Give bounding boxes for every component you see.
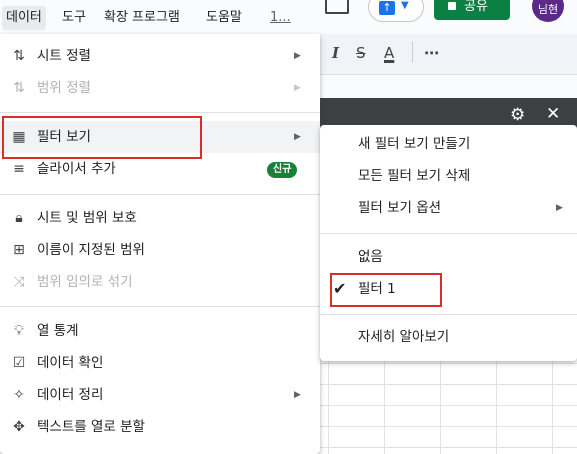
menu-help[interactable]: 도움말 xyxy=(202,6,246,30)
menu-divider xyxy=(0,194,320,195)
gear-icon[interactable]: ⚙ xyxy=(510,105,525,125)
submenu-item-label: 모든 필터 보기 삭제 xyxy=(358,168,471,184)
menu-item-label: 범위 임의로 섞기 xyxy=(37,274,133,290)
present-button[interactable]: ↑ ▼ xyxy=(368,0,424,22)
submenu-arrow-icon: ▶ xyxy=(294,51,301,61)
lock-icon xyxy=(448,2,456,10)
format-toolbar: I S A ⋯ xyxy=(320,34,577,75)
menu-item-label: 텍스트를 열로 분할 xyxy=(37,419,145,435)
avatar[interactable]: 님현 xyxy=(532,0,564,22)
sort-range-icon: ⇅ xyxy=(13,80,25,96)
data-validation-icon: ☑ xyxy=(12,355,26,371)
filter-views-submenu: 새 필터 보기 만들기 모든 필터 보기 삭제 필터 보기 옵션 ▶ 없음 ✔ … xyxy=(320,125,577,361)
lock-icon: 🔒︎ xyxy=(15,210,23,226)
submenu-item-learn-more[interactable]: 자세히 알아보기 xyxy=(320,321,577,353)
menu-bar: 데이터 도구 확장 프로그램 도움말 1... ↑ ▼ 공유 님현 xyxy=(0,0,577,34)
share-button[interactable]: 공유 xyxy=(434,0,510,20)
submenu-item-label: 없음 xyxy=(358,249,383,265)
menu-item-label: 시트 정렬 xyxy=(37,48,91,64)
submenu-item-delete-all[interactable]: 모든 필터 보기 삭제 xyxy=(320,160,577,192)
text-color-icon[interactable]: A xyxy=(384,44,394,62)
menu-item-sort-range: ⇅ 범위 정렬 ▶ xyxy=(0,72,320,104)
menu-divider xyxy=(0,306,320,307)
data-menu: ⇅ 시트 정렬 ▶ ⇅ 범위 정렬 ▶ ▦ 필터 보기 ▶ ≡ 슬라이서 추가 … xyxy=(0,34,320,454)
menu-item-label: 슬라이서 추가 xyxy=(37,161,116,177)
italic-icon[interactable]: I xyxy=(332,44,339,62)
toolbar-divider xyxy=(412,42,413,62)
submenu-arrow-icon: ▶ xyxy=(294,132,301,142)
close-icon[interactable]: ✕ xyxy=(546,104,560,124)
menu-item-label: 범위 정렬 xyxy=(37,80,91,96)
named-range-icon: ⊞ xyxy=(13,242,25,258)
more-icon[interactable]: ⋯ xyxy=(424,44,440,62)
menu-item-label: 데이터 확인 xyxy=(37,355,104,371)
lightbulb-icon: 💡︎ xyxy=(14,323,24,339)
submenu-item-options[interactable]: 필터 보기 옵션 ▶ xyxy=(320,192,577,224)
shuffle-icon: ⤨ xyxy=(13,274,25,290)
menu-divider xyxy=(320,314,577,315)
highlight-box xyxy=(330,273,442,307)
menu-item-data-cleanup[interactable]: ✧ 데이터 정리 ▶ xyxy=(0,379,320,411)
submenu-item-create-filter-view[interactable]: 새 필터 보기 만들기 xyxy=(320,128,577,160)
submenu-item-label: 새 필터 보기 만들기 xyxy=(358,136,471,152)
comment-icon[interactable] xyxy=(325,0,349,14)
sort-icon: ⇅ xyxy=(13,48,25,64)
menu-item-sort-sheet[interactable]: ⇅ 시트 정렬 ▶ xyxy=(0,40,320,72)
magic-wand-icon: ✧ xyxy=(13,387,25,403)
last-edit-link[interactable]: 1... xyxy=(266,6,295,30)
menu-item-label: 열 통계 xyxy=(37,323,79,339)
submenu-item-label: 자세히 알아보기 xyxy=(358,329,450,345)
menu-divider xyxy=(0,112,320,113)
menu-item-label: 데이터 정리 xyxy=(37,387,104,403)
menu-item-column-stats[interactable]: 💡︎ 열 통계 xyxy=(0,315,320,347)
menu-item-label: 시트 및 범위 보호 xyxy=(37,210,137,226)
submenu-arrow-icon: ▶ xyxy=(556,203,563,213)
menu-item-protect[interactable]: 🔒︎ 시트 및 범위 보호 xyxy=(0,202,320,234)
menu-item-split-text[interactable]: ✥ 텍스트를 열로 분할 xyxy=(0,411,320,443)
split-columns-icon: ✥ xyxy=(13,419,25,435)
menu-tools[interactable]: 도구 xyxy=(58,6,90,30)
slicer-icon: ≡ xyxy=(13,161,25,177)
submenu-item-label: 필터 보기 옵션 xyxy=(358,200,442,216)
menu-item-randomize: ⤨ 범위 임의로 섞기 xyxy=(0,266,320,298)
chevron-down-icon: ▼ xyxy=(401,0,409,11)
present-icon: ↑ xyxy=(379,1,395,15)
submenu-item-none[interactable]: 없음 xyxy=(320,241,577,273)
new-badge: 신규 xyxy=(267,162,298,178)
menu-extensions[interactable]: 확장 프로그램 xyxy=(100,6,184,30)
menu-item-label: 이름이 지정된 범위 xyxy=(37,242,145,258)
share-label: 공유 xyxy=(464,0,488,14)
menu-item-data-validation[interactable]: ☑ 데이터 확인 xyxy=(0,347,320,379)
submenu-arrow-icon: ▶ xyxy=(294,390,301,400)
menu-item-named-ranges[interactable]: ⊞ 이름이 지정된 범위 xyxy=(0,234,320,266)
strikethrough-icon[interactable]: S xyxy=(356,44,366,62)
submenu-arrow-icon: ▶ xyxy=(294,83,301,93)
menu-divider xyxy=(320,233,577,234)
menu-data[interactable]: 데이터 xyxy=(2,6,46,30)
menu-item-add-slicer[interactable]: ≡ 슬라이서 추가 신규 xyxy=(0,153,320,185)
